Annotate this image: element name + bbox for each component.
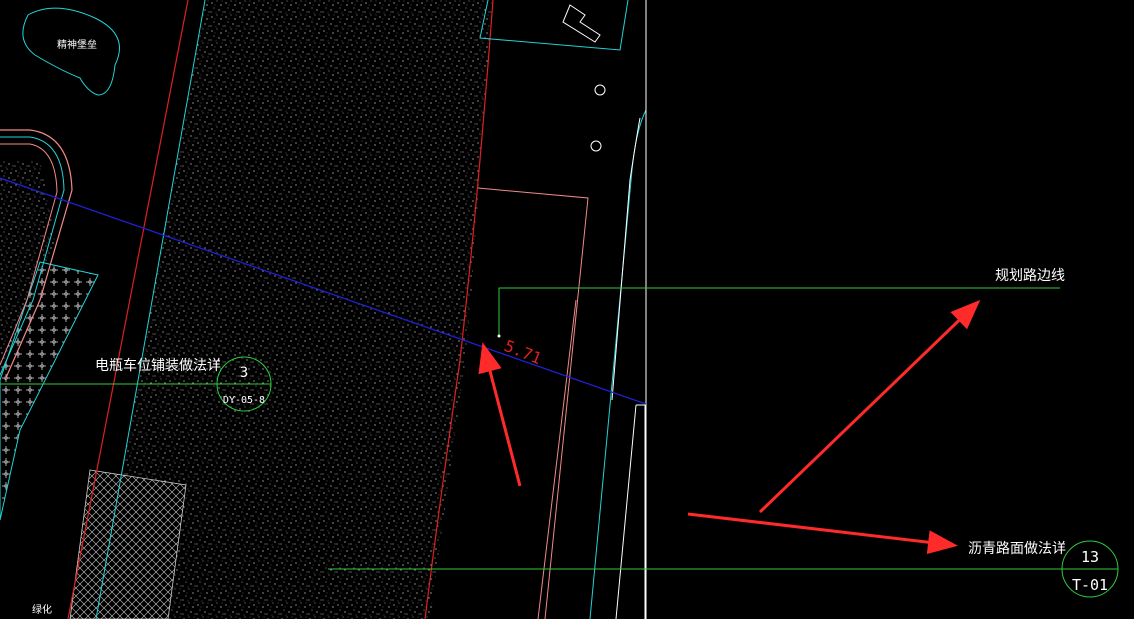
detail-callout-3[interactable]: 3 DY-05-8 (216, 356, 272, 412)
callout-sheet: DY-05-8 (223, 395, 265, 406)
annotation-arrow-right (687, 512, 958, 555)
dimension-point (497, 334, 501, 338)
annotation-arrow-up (478, 342, 522, 487)
tree-circle-1 (594, 84, 606, 96)
callout-sheet: T-01 (1072, 576, 1108, 594)
detail-callout-13[interactable]: 13 T-01 (1061, 540, 1119, 598)
white-edge-lower (615, 404, 646, 619)
cyan-road-edge-right (589, 109, 647, 619)
pink-plot-inner (537, 299, 577, 619)
label-green-space-bottom: 绿化 (32, 603, 52, 616)
annotation-arrow-diagonal (758, 299, 981, 514)
white-road-edge-right (611, 117, 641, 401)
tree-circle-2 (590, 140, 602, 152)
callout-number: 13 (1081, 548, 1099, 566)
building-outline-top (479, 0, 629, 51)
cad-drawing-canvas[interactable]: 3 DY-05-8 13 T-01 精神堡垒 绿化 电瓶车位铺装做法详 规划路边… (0, 0, 1134, 619)
callout-number: 3 (240, 365, 248, 381)
label-planned-road-edge: 规划路边线 (995, 268, 1065, 284)
label-asphalt-note: 沥青路面做法详 (968, 541, 1066, 557)
dimension-label: 5.71 (502, 336, 545, 368)
label-green-space-top: 精神堡垒 (57, 38, 97, 51)
feature-blob-outline (22, 7, 120, 96)
crosshatch-block (69, 469, 187, 619)
pink-plot-outline (477, 187, 589, 619)
small-building-symbol (562, 4, 601, 43)
label-ev-parking-note: 电瓶车位铺装做法详 (95, 357, 221, 374)
planned-road-leader (498, 287, 1060, 336)
